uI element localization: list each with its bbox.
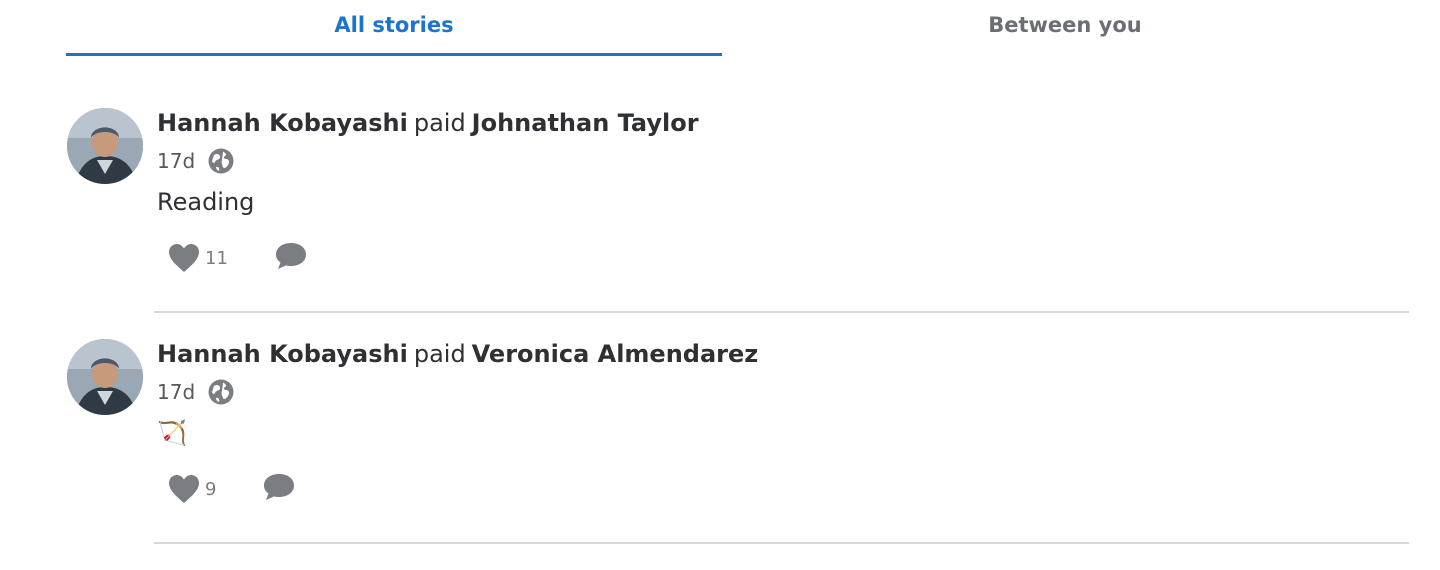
comment-icon: [264, 474, 295, 500]
actor-name[interactable]: Hannah Kobayashi: [157, 109, 408, 137]
story-headline: Hannah Kobayashi paid Johnathan Taylor: [157, 108, 699, 138]
comment-icon: [275, 243, 306, 269]
heart-icon: [169, 244, 199, 272]
story-divider: [154, 542, 1409, 544]
story-meta: 17d: [157, 379, 235, 405]
story-meta: 17d: [157, 148, 235, 174]
heart-icon: [169, 475, 199, 503]
active-tab-indicator: [66, 53, 722, 56]
story-note: Reading: [157, 188, 255, 216]
story-actions: 11: [168, 242, 308, 274]
tab-all-stories[interactable]: All stories: [66, 10, 722, 40]
story-headline: Hannah Kobayashi paid Veronica Almendarez: [157, 339, 758, 369]
actor-name[interactable]: Hannah Kobayashi: [157, 340, 408, 368]
story-actions: 9: [168, 473, 296, 505]
tab-between-you[interactable]: Between you: [722, 10, 1408, 40]
like-count: 11: [205, 247, 228, 269]
story-item: Hannah Kobayashi paid Johnathan Taylor 17d…: [0, 108, 1440, 339]
globe-icon: [207, 378, 235, 406]
story-tabs: All stories Between you: [0, 0, 1440, 58]
target-name[interactable]: Johnathan Taylor: [472, 109, 699, 137]
story-item: Hannah Kobayashi paid Veronica Almendarez …: [0, 339, 1440, 570]
like-button[interactable]: 11: [168, 243, 228, 273]
comment-button[interactable]: [274, 241, 308, 275]
story-note: 🏹: [157, 419, 187, 447]
story-time: 17d: [157, 149, 196, 173]
story-divider: [154, 311, 1409, 313]
comment-button[interactable]: [262, 472, 296, 506]
story-verb: paid: [413, 109, 466, 137]
globe-icon: [207, 147, 235, 175]
story-verb: paid: [413, 340, 466, 368]
avatar[interactable]: [67, 339, 143, 415]
story-time: 17d: [157, 380, 196, 404]
like-button[interactable]: 9: [168, 474, 216, 504]
avatar[interactable]: [67, 108, 143, 184]
like-count: 9: [205, 478, 217, 500]
target-name[interactable]: Veronica Almendarez: [472, 340, 759, 368]
